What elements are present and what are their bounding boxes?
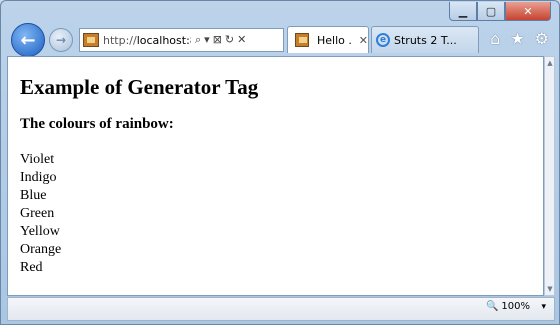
url-text[interactable]: http://localhost:808 — [103, 34, 191, 47]
address-bar[interactable]: http://localhost:808 ⌕ ▾ ⊠ ↻ ✕ — [79, 28, 284, 52]
caption-buttons: ▁ ▢ ✕ — [449, 2, 551, 21]
close-button[interactable]: ✕ — [505, 2, 551, 21]
ie-logo-icon: e — [376, 33, 390, 47]
zoom-control[interactable]: 🔍 100% — [486, 301, 530, 312]
tools-gear-icon[interactable]: ⚙ — [535, 29, 549, 48]
page-content: Example of Generator Tag The colours of … — [8, 57, 543, 283]
browser-toolbar: ← → http://localhost:808 ⌕ ▾ ⊠ ↻ ✕ Hello… — [7, 23, 553, 57]
search-icon[interactable]: ⌕ — [195, 33, 201, 47]
list-item: Blue — [20, 188, 47, 203]
back-arrow-icon: ← — [20, 29, 36, 51]
zoom-icon: 🔍 — [485, 301, 499, 312]
url-host: localhost:808 — [136, 33, 191, 47]
scroll-up-arrow-icon[interactable]: ▲ — [546, 59, 554, 67]
list-item: Indigo — [20, 170, 57, 185]
dropdown-arrow-icon[interactable]: ▾ — [204, 33, 210, 47]
zoom-dropdown-icon[interactable]: ▾ — [541, 302, 546, 312]
tab-label: Hello ... — [316, 33, 353, 47]
list-item: Red — [20, 260, 43, 275]
vertical-scrollbar[interactable]: ▲ ▼ — [544, 56, 555, 296]
forward-arrow-icon: → — [55, 33, 67, 47]
scroll-down-arrow-icon[interactable]: ▼ — [546, 285, 554, 293]
color-list: Violet Indigo Blue Green Yellow Orange R… — [20, 151, 531, 277]
browser-window: ▁ ▢ ✕ ← → http://localhost:808 ⌕ ▾ ⊠ ↻ ✕… — [0, 0, 560, 325]
forward-button[interactable]: → — [49, 28, 73, 52]
browser-command-icons: ⌂ ★ ⚙ — [490, 29, 549, 48]
tab-close-icon[interactable]: ✕ — [359, 34, 368, 47]
compatibility-view-icon[interactable]: ⊠ — [213, 33, 222, 47]
list-item: Violet — [20, 152, 55, 167]
page-viewport: Example of Generator Tag The colours of … — [7, 56, 544, 296]
tab-hello[interactable]: Hello ... ✕ — [287, 26, 369, 53]
minimize-button[interactable]: ▁ — [449, 2, 477, 21]
list-item: Orange — [20, 242, 62, 257]
tab-favicon-icon — [295, 33, 309, 47]
home-icon[interactable]: ⌂ — [490, 29, 500, 48]
zoom-level: 100% — [501, 301, 530, 312]
refresh-icon[interactable]: ↻ — [225, 33, 234, 47]
tab-struts[interactable]: e Struts 2 T... — [371, 26, 479, 53]
page-subtitle: The colours of rainbow: — [20, 116, 174, 132]
url-prefix: http:// — [103, 33, 137, 47]
list-item: Green — [20, 206, 55, 221]
stop-icon[interactable]: ✕ — [237, 33, 246, 47]
maximize-button[interactable]: ▢ — [477, 2, 505, 21]
page-title: Example of Generator Tag — [20, 75, 259, 99]
back-button[interactable]: ← — [11, 23, 45, 57]
status-bar: 🔍 100% ▾ — [7, 297, 555, 321]
site-favicon-icon — [83, 33, 99, 47]
tab-label: Struts 2 T... — [394, 33, 457, 47]
list-item: Yellow — [20, 224, 60, 239]
favorites-star-icon[interactable]: ★ — [510, 29, 524, 48]
